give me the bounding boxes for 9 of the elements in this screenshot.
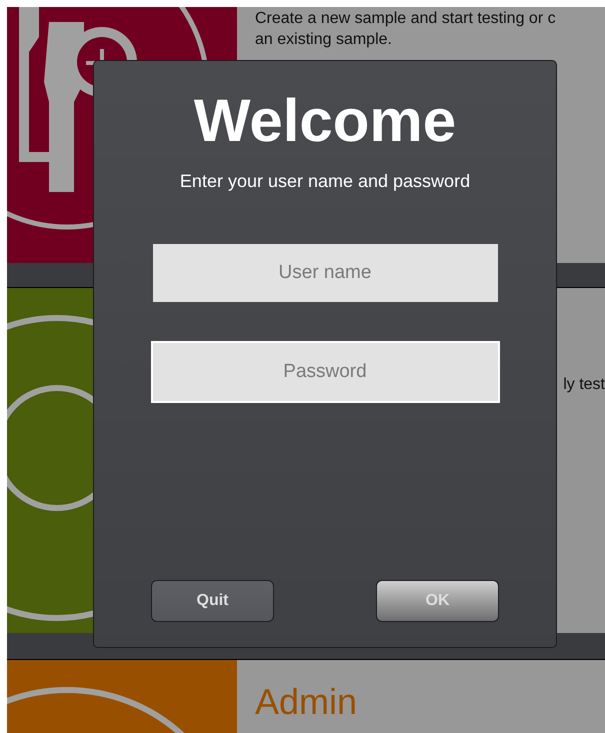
tile-description: Create a new sample and start testing or c	[255, 9, 557, 29]
dialog-subtitle: Enter your user name and password	[180, 170, 470, 192]
dialog-title: Welcome	[194, 86, 456, 156]
input-field[interactable]: Password	[150, 341, 500, 403]
input-field[interactable]: User name	[152, 244, 498, 302]
tile-description: ly test	[563, 375, 605, 395]
tile-description: an existing sample.	[255, 30, 393, 50]
quit-button[interactable]: Quit	[151, 580, 274, 622]
tile-heading: Admin	[255, 682, 358, 722]
